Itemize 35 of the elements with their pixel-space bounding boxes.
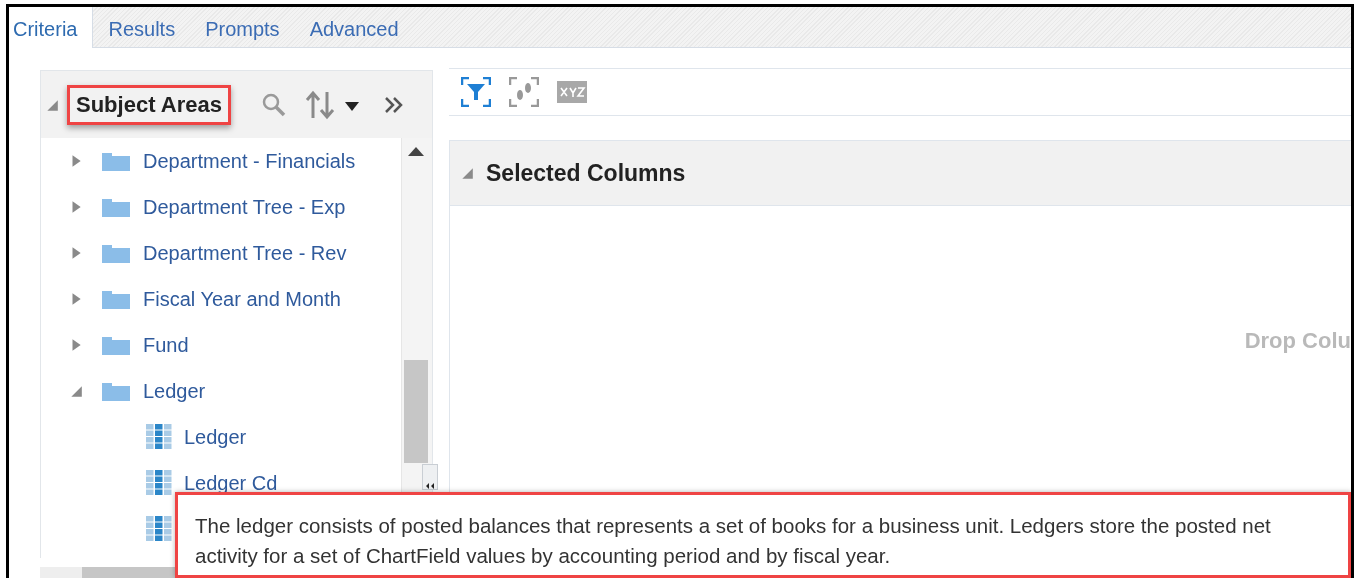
- column-label[interactable]: Ledger Cd: [184, 471, 278, 495]
- column-grid-icon: [146, 516, 172, 542]
- folder-label[interactable]: Ledger: [143, 379, 206, 403]
- double-chevron-icon[interactable]: [382, 94, 405, 115]
- folder-icon: [101, 242, 131, 264]
- section-title: Selected Columns: [486, 159, 686, 187]
- folder-icon: [101, 334, 131, 356]
- tab[interactable]: Criteria: [9, 7, 94, 48]
- tab[interactable]: Advanced: [294, 7, 414, 47]
- expand-triangle-icon[interactable]: [69, 384, 83, 398]
- folder-icon: [101, 380, 131, 402]
- tooltip: The ledger consists of posted balances that represents a set of books for a business unit. Ledgers store the posted net activity for a set of ChartField values by accounting period and by fiscal year.: [175, 492, 1351, 578]
- footprints-icon[interactable]: [509, 77, 539, 107]
- folder-icon: [101, 288, 131, 310]
- drop-hint: Drop Colu: [1244, 328, 1351, 354]
- folder-label[interactable]: Department Tree - Exp: [143, 195, 346, 219]
- folder-label[interactable]: Fiscal Year and Month: [143, 287, 341, 311]
- panel-title: Subject Areas: [67, 84, 231, 125]
- collapse-triangle-icon[interactable]: [460, 166, 474, 180]
- folder-icon: [101, 196, 131, 218]
- folder-label[interactable]: Department - Financials: [143, 149, 356, 173]
- scrollbar-thumb[interactable]: [404, 360, 428, 463]
- scroll-up-icon[interactable]: [408, 146, 424, 156]
- column-grid-icon: [146, 470, 172, 496]
- folder-icon: [101, 150, 131, 172]
- folder-label[interactable]: Department Tree - Rev: [143, 241, 347, 265]
- tab[interactable]: Results: [93, 7, 191, 47]
- search-icon[interactable]: [260, 91, 287, 118]
- filter-icon[interactable]: [461, 77, 491, 107]
- tab[interactable]: Prompts: [190, 7, 295, 47]
- column-label[interactable]: Ledger: [184, 425, 247, 449]
- collapse-handle-icon[interactable]: [422, 464, 438, 490]
- folder-label[interactable]: Fund: [143, 333, 189, 357]
- column-grid-icon: [146, 424, 172, 450]
- xyz-icon[interactable]: [557, 81, 587, 103]
